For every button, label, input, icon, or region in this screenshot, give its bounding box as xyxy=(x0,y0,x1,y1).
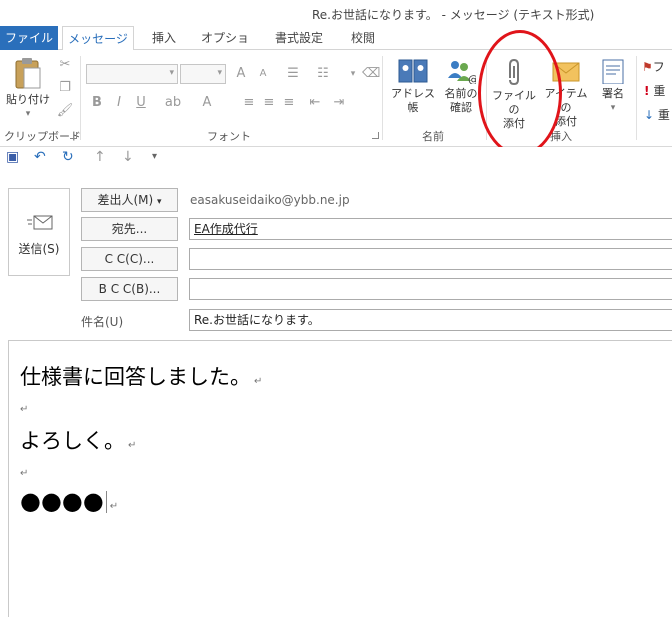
signature-button[interactable]: 署名 ▾ xyxy=(594,58,632,115)
bcc-button[interactable]: B C C(B)... xyxy=(81,277,178,301)
check-names-button[interactable]: @ 名前の 確認 xyxy=(440,58,482,115)
underline-icon[interactable]: U xyxy=(132,94,150,112)
paste-label: 貼り付け xyxy=(6,93,50,106)
from-button[interactable]: 差出人(M) ▾ xyxy=(81,188,178,212)
names-group-label: 名前 xyxy=(422,130,444,143)
body-line: よろしく。 ↵ xyxy=(20,429,137,453)
body-line: ●●●● ↵ xyxy=(20,487,119,515)
paragraph-mark: ↵ xyxy=(20,468,29,479)
align-center-icon[interactable]: ≡ xyxy=(260,94,278,112)
chevron-down-icon: ▾ xyxy=(610,103,616,113)
paragraph-mark: ↵ xyxy=(128,440,137,451)
clipboard-icon xyxy=(15,58,41,89)
paste-dropdown-icon: ▾ xyxy=(25,109,31,119)
customize-qat-icon[interactable]: ▾ xyxy=(152,151,157,162)
paragraph-mark: ↵ xyxy=(254,376,263,387)
bcc-field[interactable] xyxy=(189,278,672,300)
to-button[interactable]: 宛先... xyxy=(81,217,178,241)
font-name-combo[interactable]: ▾ xyxy=(86,64,178,84)
subject-label: 件名(U) xyxy=(81,315,124,329)
tab-options[interactable]: オプション xyxy=(196,26,254,69)
arrow-up-icon[interactable]: ↑ xyxy=(94,149,106,165)
font-color-icon[interactable]: A xyxy=(198,94,216,112)
clear-formatting-icon[interactable]: ⌫ xyxy=(362,65,380,83)
font-group-label: フォント xyxy=(207,130,251,143)
text-cursor xyxy=(105,491,107,513)
message-body[interactable]: 仕様書に回答しました。 ↵ ↵ よろしく。 ↵ ↵ ●●●● ↵ xyxy=(8,340,672,617)
copy-icon[interactable]: ❐ xyxy=(56,79,74,97)
check-names-label-2: 確認 xyxy=(450,101,472,114)
signature-label: 署名 xyxy=(602,87,624,100)
clipboard-launcher-icon[interactable] xyxy=(70,132,77,139)
tab-review[interactable]: 校閲 xyxy=(346,26,380,50)
signature-icon xyxy=(602,59,624,84)
cc-button[interactable]: C C(C)... xyxy=(81,247,178,271)
ribbon-tabs: ファイル メッセージ 挿入 オプション 書式設定 校閲 xyxy=(0,26,672,69)
tab-insert[interactable]: 挿入 xyxy=(146,26,182,50)
chevron-down-icon: ▾ xyxy=(169,68,174,78)
font-size-combo[interactable]: ▾ xyxy=(180,64,226,84)
highlight-icon[interactable]: ab xyxy=(164,94,182,112)
send-label: 送信(S) xyxy=(18,242,60,256)
chevron-down-icon: ▾ xyxy=(217,68,222,78)
undo-icon[interactable]: ↶ xyxy=(34,149,46,165)
window-title: Re.お世話になります。 - メッセージ (テキスト形式) xyxy=(312,8,595,22)
tab-message[interactable]: メッセージ xyxy=(62,26,134,51)
tags-item-high-importance[interactable]: ! 重 xyxy=(644,82,665,99)
paragraph-mark: ↵ xyxy=(20,404,29,415)
shrink-font-icon[interactable]: A xyxy=(254,65,272,83)
to-recipient: EA作成代行 xyxy=(194,222,258,236)
redo-icon[interactable]: ↻ xyxy=(62,149,74,165)
address-book-label: アドレス帳 xyxy=(391,87,435,114)
tags-item-follow-up[interactable]: ⚑フ xyxy=(642,58,665,75)
arrow-down-icon: ↓ xyxy=(644,108,655,122)
align-right-icon[interactable]: ≡ xyxy=(280,94,298,112)
group-divider xyxy=(80,56,81,140)
arrow-down-icon[interactable]: ↓ xyxy=(122,149,134,165)
paragraph-mark: ↵ xyxy=(109,501,119,512)
subject-field[interactable]: Re.お世話になります。 xyxy=(189,309,672,331)
chevron-down-icon[interactable]: ▾ xyxy=(344,65,362,83)
cut-icon[interactable]: ✂ xyxy=(56,56,74,74)
send-button[interactable]: 送信(S) xyxy=(8,188,70,276)
group-divider xyxy=(382,56,383,140)
quick-access-toolbar: ▣ ↶ ↻ ↑ ↓ ▾ xyxy=(0,147,672,169)
paste-button[interactable]: 貼り付け ▾ xyxy=(4,56,52,121)
to-field[interactable]: EA作成代行 xyxy=(189,218,672,240)
group-divider xyxy=(636,56,637,140)
annotation-circle xyxy=(478,30,562,156)
tab-file[interactable]: ファイル xyxy=(0,26,58,50)
check-names-icon: @ xyxy=(448,61,476,84)
body-line: 仕様書に回答しました。 ↵ xyxy=(20,365,263,389)
tab-format[interactable]: 書式設定 xyxy=(268,26,330,50)
check-names-label-1: 名前の xyxy=(444,87,478,100)
italic-icon[interactable]: I xyxy=(110,94,128,112)
chevron-down-icon: ▾ xyxy=(157,197,162,207)
increase-indent-icon[interactable]: ⇥ xyxy=(330,94,348,112)
bold-icon[interactable]: B xyxy=(88,94,106,112)
format-painter-icon[interactable]: 🖌 xyxy=(56,102,74,120)
cc-field[interactable] xyxy=(189,248,672,270)
exclamation-icon: ! xyxy=(644,84,650,98)
ribbon: 貼り付け ▾ ✂ ❐ 🖌 クリップボード ▾ ▾ A A ☰ ☷ ▾ ⌫ B I… xyxy=(0,50,672,147)
body-empty-line: ↵ xyxy=(20,401,28,415)
decrease-indent-icon[interactable]: ⇤ xyxy=(306,94,324,112)
address-book-icon xyxy=(398,59,428,83)
bullets-icon[interactable]: ☰ xyxy=(284,65,302,83)
title-bar: Re.お世話になります。 - メッセージ (テキスト形式) xyxy=(0,0,672,26)
font-launcher-icon[interactable] xyxy=(372,132,379,139)
tags-item-low-importance[interactable]: ↓ 重 xyxy=(644,106,670,123)
send-mail-icon xyxy=(27,215,53,230)
save-icon[interactable]: ▣ xyxy=(6,149,19,165)
address-book-button[interactable]: アドレス帳 xyxy=(386,58,440,115)
grow-font-icon[interactable]: A xyxy=(232,65,250,83)
numbering-icon[interactable]: ☷ xyxy=(314,65,332,83)
body-empty-line: ↵ xyxy=(20,465,28,479)
from-address: easakuseidaiko@ybb.ne.jp xyxy=(190,193,350,207)
align-left-icon[interactable]: ≡ xyxy=(240,94,258,112)
flag-icon: ⚑ xyxy=(642,60,653,74)
svg-text:@: @ xyxy=(468,73,476,84)
